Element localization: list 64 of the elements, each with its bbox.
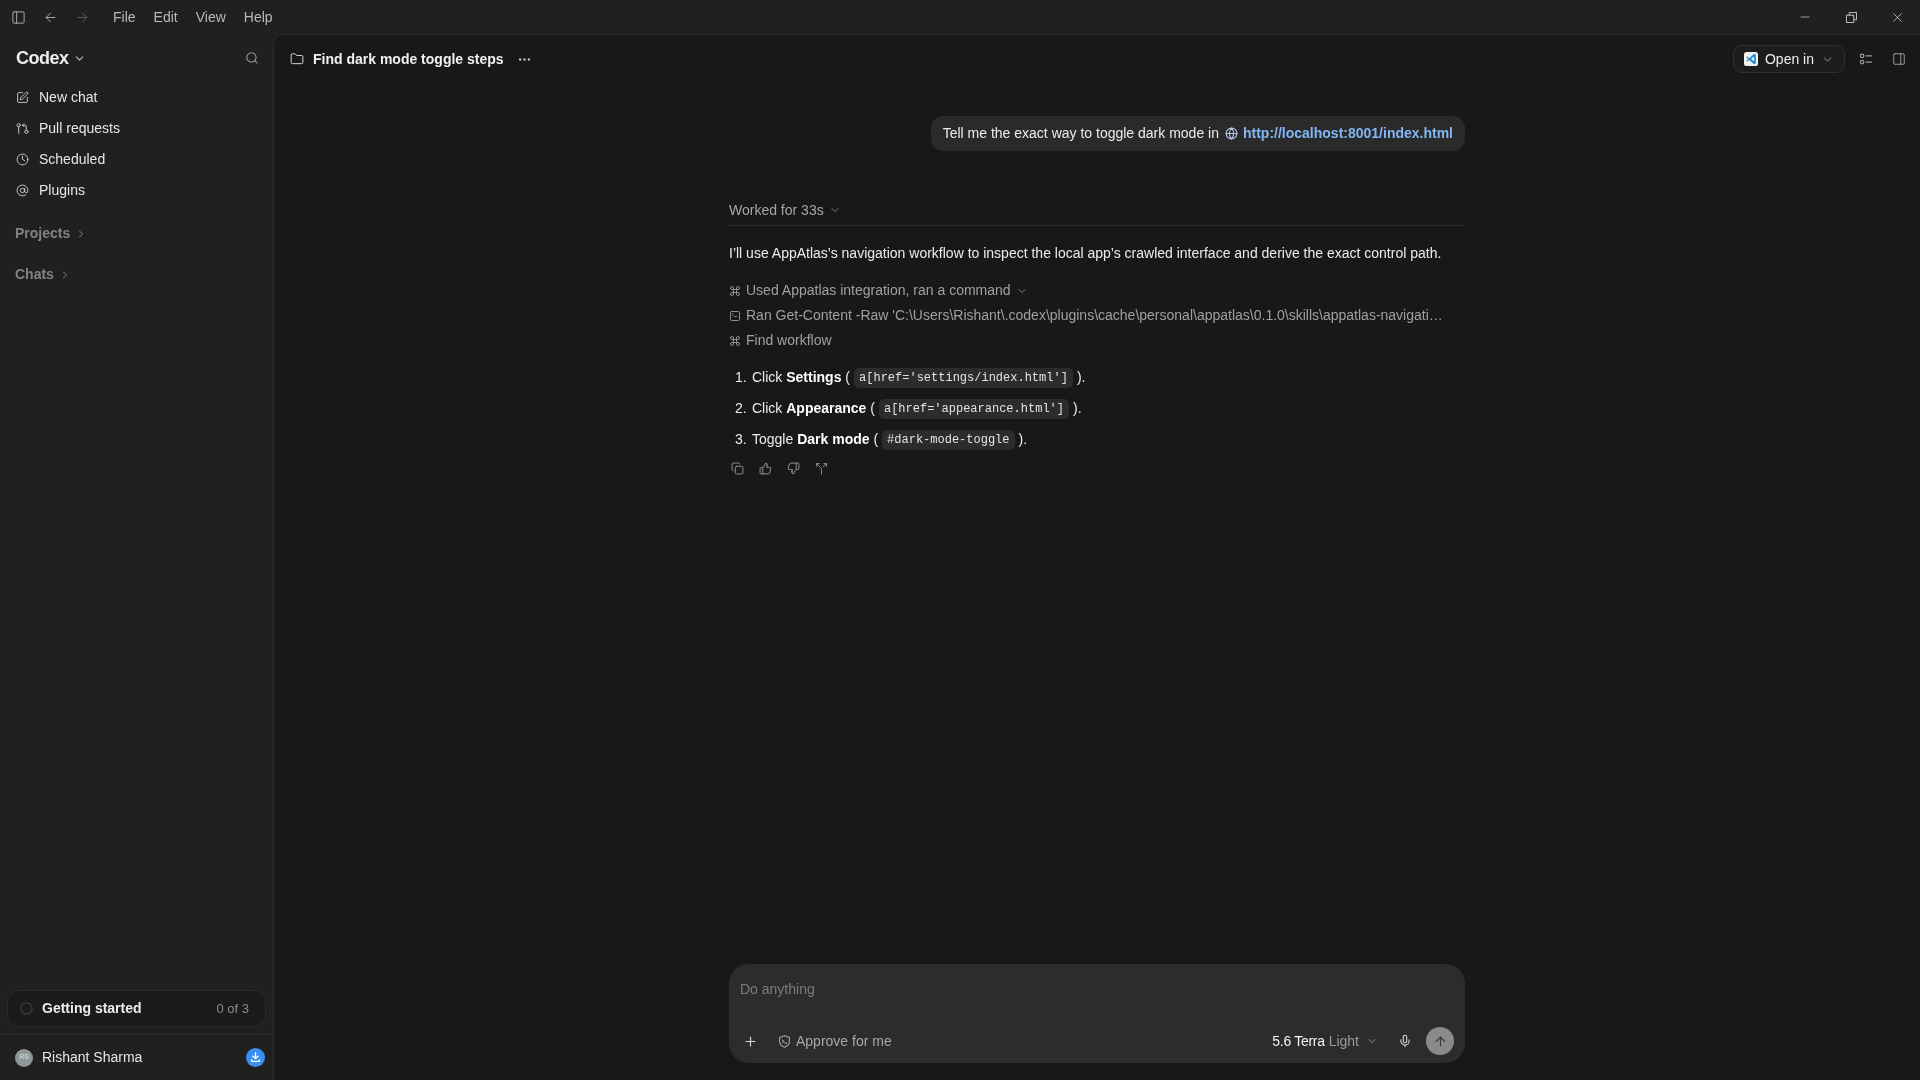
- sidebar-toggle-icon[interactable]: [11, 9, 26, 25]
- section-header[interactable]: Chats: [0, 259, 86, 290]
- clock-icon: [16, 153, 29, 166]
- sidebar-item[interactable]: Scheduled: [0, 144, 273, 175]
- step-text: Click Settings (: [752, 368, 851, 387]
- branch-icon[interactable]: [815, 461, 828, 475]
- onboarding-title: Getting started: [42, 999, 142, 1018]
- chat-title: Find dark mode toggle steps: [313, 49, 504, 69]
- pull-request-icon: [16, 122, 29, 135]
- list-icon[interactable]: [1859, 52, 1873, 66]
- progress-text: 0 of 3: [216, 999, 249, 1018]
- status-toggle[interactable]: Worked for 33s: [729, 200, 841, 220]
- plus-icon[interactable]: [743, 1033, 758, 1049]
- step-text: ).: [1073, 399, 1082, 418]
- approval-button[interactable]: Approve for me: [778, 1030, 892, 1052]
- menu-item[interactable]: View: [187, 4, 234, 30]
- list-number: 2.: [735, 399, 748, 418]
- model-selector[interactable]: 5.6 Terra Light: [1272, 1030, 1378, 1052]
- progress-ring-icon: [20, 1002, 33, 1015]
- command-icon: [729, 334, 741, 347]
- inline-code: a[href='appearance.html']: [878, 398, 1069, 419]
- onboarding-card[interactable]: Getting started 0 of 3: [7, 990, 266, 1027]
- restore-icon[interactable]: [1845, 11, 1857, 23]
- section-header[interactable]: Projects: [0, 218, 103, 249]
- at-sign-icon: [16, 184, 29, 197]
- copy-icon[interactable]: [731, 461, 744, 475]
- activity-summary[interactable]: Used Appatlas integration, ran a command: [729, 278, 1028, 303]
- activity-item[interactable]: Find workflow: [729, 328, 832, 353]
- list-number: 1.: [735, 368, 748, 387]
- sidebar-item[interactable]: Plugins: [0, 175, 273, 206]
- menu-item[interactable]: Help: [235, 4, 281, 30]
- command-icon: [729, 284, 741, 297]
- list-number: 3.: [735, 430, 748, 449]
- sidebar-item[interactable]: New chat: [0, 82, 273, 113]
- step-text: Toggle Dark mode (: [752, 430, 879, 449]
- inline-code: a[href='settings/index.html']: [854, 367, 1073, 388]
- edit-icon: [16, 91, 29, 104]
- message-input[interactable]: Do anything: [740, 978, 1454, 1000]
- globe-icon: [1224, 127, 1238, 140]
- step-text: Click Appearance (: [752, 399, 875, 418]
- menu-item[interactable]: Edit: [145, 4, 186, 30]
- download-icon[interactable]: [246, 1048, 265, 1067]
- thumbs-up-icon[interactable]: [759, 461, 772, 475]
- microphone-icon[interactable]: [1398, 1034, 1412, 1048]
- user-name[interactable]: Rishant Sharma: [42, 1047, 143, 1068]
- step-text: ).: [1076, 368, 1086, 387]
- back-arrow-icon[interactable]: [43, 9, 58, 25]
- search-icon[interactable]: [245, 51, 259, 65]
- shield-terminal-icon: [778, 1034, 791, 1048]
- step-text: ).: [1018, 430, 1028, 449]
- menu-item[interactable]: File: [105, 4, 144, 30]
- activity-item[interactable]: Ran Get-Content -Raw 'C:\Users\Rishant\.codex\plugins\cache\personal\appatlas\0.1.0\skills\appatlas-navigati…: [729, 303, 1443, 328]
- terminal-icon: [729, 309, 741, 322]
- panel-icon[interactable]: [1892, 52, 1906, 66]
- inline-code: #dark-mode-toggle: [882, 429, 1015, 450]
- sidebar-item[interactable]: Pull requests: [0, 113, 273, 144]
- link[interactable]: http://localhost:8001/index.html: [1242, 123, 1453, 144]
- folder-icon: [290, 52, 304, 66]
- message-text: Tell me the exact way to toggle dark mode in: [942, 124, 1219, 143]
- open-in-button[interactable]: Open in: [1732, 45, 1845, 73]
- response-text: I’ll use AppAtlas’s navigation workflow to inspect the local app’s crawled interface and derive the exact control path.: [729, 244, 1443, 263]
- thumbs-down-icon[interactable]: [787, 461, 800, 475]
- editor-logo-icon: [1743, 52, 1758, 66]
- workspace-switcher[interactable]: Codex: [16, 44, 86, 72]
